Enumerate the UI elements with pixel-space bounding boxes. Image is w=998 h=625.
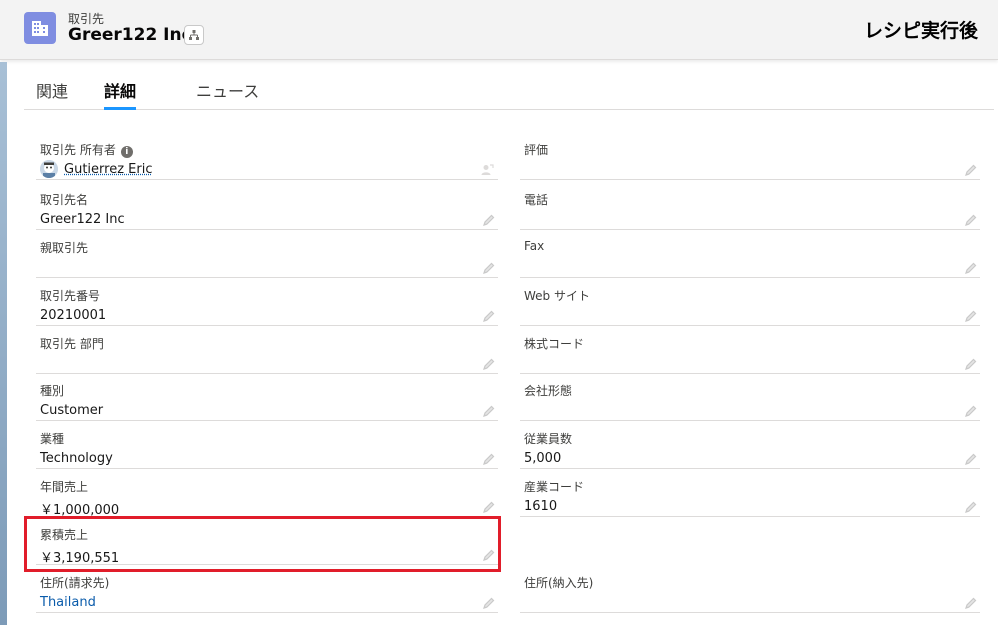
pencil-icon[interactable] bbox=[482, 261, 496, 275]
field-fax: Fax bbox=[520, 232, 980, 278]
tab-related[interactable]: 関連 bbox=[36, 78, 68, 110]
field-label: 年間売上 bbox=[40, 480, 89, 494]
field-label: Fax bbox=[524, 239, 545, 253]
field-label: 取引先名 bbox=[40, 193, 89, 207]
pencil-icon[interactable] bbox=[964, 261, 978, 275]
pencil-icon[interactable] bbox=[482, 596, 496, 610]
hierarchy-icon bbox=[189, 30, 199, 40]
field-value: 5,000 bbox=[524, 451, 562, 466]
field-label: 業種 bbox=[40, 432, 65, 446]
field-parent-account: 親取引先 bbox=[36, 232, 498, 278]
tab-bar: 関連 詳細 ニュース bbox=[24, 62, 994, 110]
annotation-label: レシピ実行後 bbox=[863, 20, 978, 42]
owner-label-text: 取引先 所有者 bbox=[40, 143, 116, 157]
field-account-name: 取引先名 Greer122 Inc bbox=[36, 184, 498, 230]
field-account-site: 取引先 部門 bbox=[36, 328, 498, 374]
pencil-icon[interactable] bbox=[964, 404, 978, 418]
field-phone: 電話 bbox=[520, 184, 980, 230]
field-billing-address: 住所(請求先) Thailand bbox=[36, 567, 498, 613]
record-title: Greer122 Inc bbox=[68, 25, 192, 45]
field-website: Web サイト bbox=[520, 280, 980, 326]
field-owner: 取引先 所有者 i Gutierrez Eric bbox=[36, 134, 498, 180]
field-label: 種別 bbox=[40, 384, 65, 398]
billing-address-link[interactable]: Thailand bbox=[40, 595, 96, 610]
pencil-icon[interactable] bbox=[964, 500, 978, 514]
field-label: 親取引先 bbox=[40, 241, 89, 255]
account-building-icon bbox=[24, 12, 56, 44]
pencil-icon[interactable] bbox=[482, 404, 496, 418]
view-hierarchy-button[interactable] bbox=[184, 25, 204, 45]
pencil-icon[interactable] bbox=[482, 357, 496, 371]
field-industry: 業種 Technology bbox=[36, 423, 498, 469]
field-ownership: 会社形態 bbox=[520, 375, 980, 421]
pencil-icon[interactable] bbox=[964, 213, 978, 227]
field-label: 取引先番号 bbox=[40, 289, 101, 303]
pencil-icon[interactable] bbox=[964, 309, 978, 323]
field-label: 評価 bbox=[524, 143, 549, 157]
field-value: 1610 bbox=[524, 499, 558, 514]
pencil-icon[interactable] bbox=[482, 452, 496, 466]
pencil-icon[interactable] bbox=[482, 500, 496, 514]
field-sic-code: 産業コード 1610 bbox=[520, 471, 980, 517]
field-ticker-symbol: 株式コード bbox=[520, 328, 980, 374]
field-type: 種別 Customer bbox=[36, 375, 498, 421]
field-employees: 従業員数 5,000 bbox=[520, 423, 980, 469]
field-label: 産業コード bbox=[524, 480, 585, 494]
left-background-strip bbox=[0, 62, 7, 625]
pencil-icon[interactable] bbox=[482, 213, 496, 227]
pencil-icon[interactable] bbox=[964, 163, 978, 177]
field-label: Web サイト bbox=[524, 289, 590, 303]
tab-news[interactable]: ニュース bbox=[196, 78, 259, 110]
field-label: 会社形態 bbox=[524, 384, 573, 398]
field-label: 取引先 所有者 i bbox=[40, 141, 133, 158]
field-value: 20210001 bbox=[40, 308, 107, 323]
field-label: 株式コード bbox=[524, 337, 585, 351]
field-value: Customer bbox=[40, 403, 104, 418]
field-annual-revenue: 年間売上 ￥1,000,000 bbox=[36, 471, 498, 518]
record-header: 取引先 Greer122 Inc レシピ実行後 bbox=[0, 0, 998, 60]
field-label: 電話 bbox=[524, 193, 549, 207]
field-value: Technology bbox=[40, 451, 113, 466]
tab-details[interactable]: 詳細 bbox=[104, 78, 137, 110]
field-rating: 評価 bbox=[520, 134, 980, 180]
owner-name-link[interactable]: Gutierrez Eric bbox=[64, 162, 152, 177]
field-label: 住所(請求先) bbox=[40, 576, 110, 590]
pencil-icon[interactable] bbox=[964, 452, 978, 466]
field-account-number: 取引先番号 20210001 bbox=[36, 280, 498, 326]
field-label: 取引先 部門 bbox=[40, 337, 104, 351]
field-label: 従業員数 bbox=[524, 432, 573, 446]
field-shipping-address: 住所(納入先) bbox=[520, 567, 980, 613]
pencil-icon[interactable] bbox=[482, 309, 496, 323]
user-avatar-icon bbox=[40, 160, 58, 178]
pencil-icon[interactable] bbox=[964, 596, 978, 610]
field-label: 住所(納入先) bbox=[524, 576, 594, 590]
field-value: Greer122 Inc bbox=[40, 212, 125, 227]
highlight-box bbox=[24, 516, 501, 572]
change-owner-icon[interactable] bbox=[480, 163, 494, 177]
info-icon[interactable]: i bbox=[120, 146, 133, 158]
pencil-icon[interactable] bbox=[964, 357, 978, 371]
